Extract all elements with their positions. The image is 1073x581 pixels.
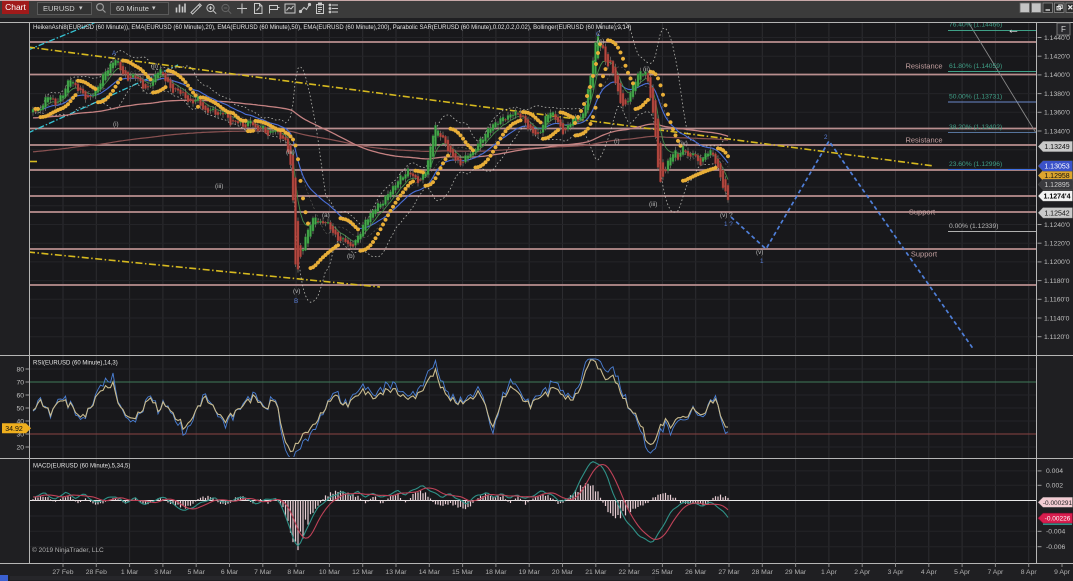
svg-text:27 Mar: 27 Mar (718, 569, 740, 576)
svg-text:1.1180'0: 1.1180'0 (1044, 278, 1070, 285)
svg-text:23.60% (1.12996): 23.60% (1.12996) (949, 161, 1002, 168)
svg-text:8 Apr: 8 Apr (1021, 569, 1038, 576)
svg-text:© 2019 NinjaTrader, LLC: © 2019 NinjaTrader, LLC (32, 546, 104, 554)
svg-text:1.1160'0: 1.1160'0 (1044, 297, 1070, 304)
svg-text:6 Mar: 6 Mar (221, 569, 239, 576)
svg-text:(iii): (iii) (215, 183, 223, 190)
svg-text:12 Mar: 12 Mar (352, 569, 374, 576)
svg-text:13 Mar: 13 Mar (385, 569, 407, 576)
svg-text:C: C (596, 31, 601, 38)
svg-text:2: 2 (824, 134, 828, 141)
svg-text:50.00% (1.13731): 50.00% (1.13731) (949, 94, 1002, 101)
svg-text:15 Mar: 15 Mar (452, 569, 474, 576)
svg-text:Resistance: Resistance (905, 136, 942, 145)
svg-text:1.1400'0: 1.1400'0 (1044, 72, 1070, 79)
svg-text:RSI(EURUSD (60 Minute),14,3): RSI(EURUSD (60 Minute),14,3) (33, 361, 118, 367)
svg-text:20: 20 (16, 444, 24, 451)
svg-text:8 Mar: 8 Mar (287, 569, 305, 576)
svg-text:22 Mar: 22 Mar (619, 569, 641, 576)
svg-text:28 Feb: 28 Feb (86, 569, 107, 576)
svg-text:←: ← (1007, 22, 1020, 37)
svg-text:18 Mar: 18 Mar (485, 569, 507, 576)
svg-text:1.1240'0: 1.1240'0 (1044, 222, 1070, 229)
svg-text:1.13249: 1.13249 (1044, 144, 1069, 151)
svg-text:19 Mar: 19 Mar (519, 569, 541, 576)
svg-text:(a): (a) (322, 212, 330, 219)
svg-text:10 Mar: 10 Mar (319, 569, 341, 576)
svg-text:27 Feb: 27 Feb (52, 569, 73, 576)
svg-text:Resistance: Resistance (905, 62, 942, 71)
svg-text:0.00% (1.12339): 0.00% (1.12339) (949, 223, 998, 230)
svg-text:1.1140'0: 1.1140'0 (1044, 315, 1070, 322)
svg-text:(i): (i) (113, 121, 119, 128)
svg-text:MACD(EURUSD (60 Minute),5,34,5: MACD(EURUSD (60 Minute),5,34,5) (33, 464, 130, 470)
svg-text:4 Apr: 4 Apr (921, 569, 938, 576)
svg-text:21 Mar: 21 Mar (585, 569, 607, 576)
svg-text:1 Apr: 1 Apr (821, 569, 838, 576)
svg-text:0.002: 0.002 (1046, 483, 1063, 490)
svg-text:1.1274'4: 1.1274'4 (1044, 194, 1071, 201)
svg-text:-0.000291: -0.000291 (1043, 500, 1073, 507)
svg-text:Support: Support (909, 208, 936, 217)
svg-text:1.12542: 1.12542 (1044, 210, 1069, 217)
svg-text:(ii): (ii) (151, 63, 158, 70)
svg-text:1 Mar: 1 Mar (121, 569, 139, 576)
svg-text:7 Apr: 7 Apr (987, 569, 1004, 576)
svg-text:(ii): (ii) (643, 66, 650, 73)
svg-text:80: 80 (16, 366, 24, 373)
svg-text:1 ?: 1 ? (724, 221, 733, 228)
svg-text:25 Mar: 25 Mar (652, 569, 674, 576)
svg-text:1.1380'0: 1.1380'0 (1044, 91, 1070, 98)
svg-text:-0.004: -0.004 (1046, 529, 1065, 536)
svg-text:5 Apr: 5 Apr (954, 569, 971, 576)
svg-text:(v): (v) (293, 288, 300, 295)
svg-text:34.92: 34.92 (5, 426, 23, 433)
svg-text:(c): (c) (597, 38, 604, 45)
svg-text:1: 1 (760, 258, 764, 265)
svg-text:26 Mar: 26 Mar (685, 569, 707, 576)
svg-text:1.1360'0: 1.1360'0 (1044, 110, 1070, 117)
svg-text:1.1440'0: 1.1440'0 (1044, 35, 1070, 42)
svg-text:20 Mar: 20 Mar (552, 569, 574, 576)
svg-text:Support: Support (911, 250, 938, 259)
svg-text:F: F (1061, 25, 1066, 34)
svg-text:28 Mar: 28 Mar (752, 569, 774, 576)
svg-text:38.20% (1.13402): 38.20% (1.13402) (949, 124, 1002, 131)
svg-text:HeikenAshi8(EURUSD (60 Minute): HeikenAshi8(EURUSD (60 Minute)), EMA(EUR… (33, 25, 631, 31)
svg-text:(iv): (iv) (679, 140, 688, 147)
svg-text:(iii): (iii) (649, 201, 657, 208)
svg-text:1.1200'0: 1.1200'0 (1044, 259, 1070, 266)
svg-text:-0.006: -0.006 (1046, 544, 1065, 551)
svg-text:61.80% (1.14059): 61.80% (1.14059) (949, 63, 1002, 70)
svg-text:70: 70 (16, 379, 24, 386)
svg-text:50: 50 (16, 405, 24, 412)
svg-text:-0.00226: -0.00226 (1045, 516, 1071, 523)
svg-text:(b): (b) (347, 253, 355, 260)
svg-text:3 Mar: 3 Mar (154, 569, 172, 576)
svg-text:(iv): (iv) (286, 149, 295, 156)
svg-text:1.1420'0: 1.1420'0 (1044, 54, 1070, 61)
svg-text:1.1120'0: 1.1120'0 (1044, 334, 1070, 341)
svg-text:(v) ?: (v) ? (720, 212, 733, 219)
svg-text:9 Apr: 9 Apr (1054, 569, 1071, 576)
svg-text:B: B (294, 298, 298, 305)
svg-text:(i): (i) (614, 138, 620, 145)
svg-text:0.004: 0.004 (1046, 468, 1063, 475)
svg-text:14 Mar: 14 Mar (419, 569, 441, 576)
svg-text:3 Apr: 3 Apr (888, 569, 905, 576)
svg-text:29 Mar: 29 Mar (785, 569, 807, 576)
svg-text:(v): (v) (756, 249, 763, 256)
svg-text:1.13053: 1.13053 (1044, 164, 1069, 171)
svg-text:1.12895: 1.12895 (1044, 182, 1069, 189)
svg-text:1.1220'0: 1.1220'0 (1044, 241, 1070, 248)
svg-text:5 Mar: 5 Mar (188, 569, 206, 576)
svg-text:2 Apr: 2 Apr (854, 569, 871, 576)
svg-text:1.1340'0: 1.1340'0 (1044, 128, 1070, 135)
svg-text:7 Mar: 7 Mar (254, 569, 272, 576)
svg-text:60: 60 (16, 392, 24, 399)
